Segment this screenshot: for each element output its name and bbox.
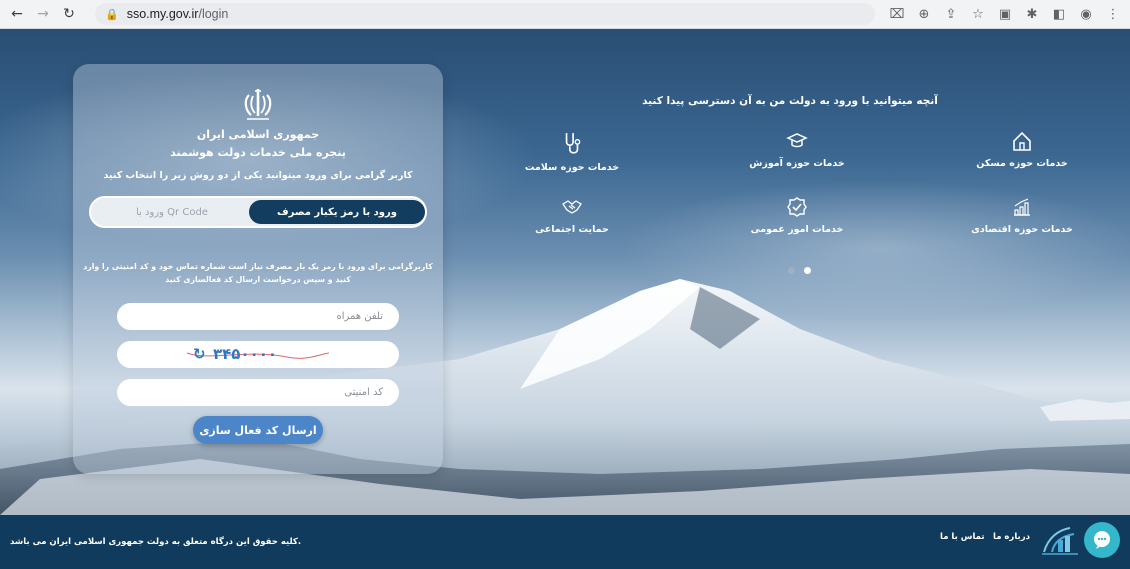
zoom-icon[interactable]: ⊕ xyxy=(915,5,933,23)
back-icon[interactable]: ← xyxy=(8,5,26,23)
send-activation-button[interactable]: ارسال کد فعال سازی xyxy=(193,416,323,444)
captcha-text: ۳۴۵۰۰۰۰ xyxy=(213,345,278,363)
service-housing[interactable]: خدمات حوزه مسکن xyxy=(952,130,1092,169)
check-badge-icon xyxy=(787,197,807,217)
reload-icon[interactable]: ↻ xyxy=(60,5,78,23)
lock-icon[interactable]: 🔒 xyxy=(105,8,119,21)
portal-name: پنجره ملی خدمات دولت هوشمند xyxy=(170,146,346,159)
menu-kebab-icon[interactable]: ⋮ xyxy=(1104,5,1122,23)
iran-emblem-icon xyxy=(244,89,272,120)
captcha-image: ↻ ۳۴۵۰۰۰۰ xyxy=(117,341,399,368)
phone-input[interactable]: تلفن همراه xyxy=(117,303,399,330)
service-label: خدمات حوزه سلامت xyxy=(524,162,620,173)
org-name: جمهوری اسلامی ایران xyxy=(196,128,320,141)
service-social-support[interactable]: حمایت اجتماعی xyxy=(502,196,642,235)
service-health[interactable]: خدمات حوزه سلامت xyxy=(502,130,642,173)
stethoscope-icon xyxy=(565,133,581,154)
service-public-affairs[interactable]: خدمات امور عمومی xyxy=(727,196,867,235)
carousel-dot[interactable] xyxy=(788,267,795,274)
login-card: جمهوری اسلامی ایران پنجره ملی خدمات دولت… xyxy=(73,64,443,474)
service-label: خدمات حوزه آموزش xyxy=(749,158,845,169)
tab-otp-login[interactable]: ورود با رمز یکبار مصرف xyxy=(249,200,425,224)
handshake-icon xyxy=(562,200,582,214)
captcha-refresh-icon[interactable]: ↻ xyxy=(193,345,206,363)
service-label: خدمات امور عمومی xyxy=(750,224,844,235)
browser-actions: ⌧ ⊕ ⇪ ☆ ▣ ✱ ◧ ◉ ⋮ xyxy=(888,4,1122,24)
login-method-tabs: ورود با رمز یکبار مصرف ورود با Qr Code xyxy=(89,196,427,228)
url-path: /login xyxy=(198,7,229,21)
footer-contact-link[interactable]: تماس با ما xyxy=(940,532,985,542)
dolat-man-logo-icon xyxy=(1042,527,1078,555)
share-icon[interactable]: ⇪ xyxy=(942,5,960,23)
chat-bubble-icon xyxy=(1094,531,1110,549)
profile-avatar[interactable]: ◉ xyxy=(1077,5,1095,23)
browser-toolbar: ← → ↻ 🔒 sso.my.gov.ir/login ⌧ ⊕ ⇪ ☆ ▣ ✱ … xyxy=(0,0,1130,29)
url-host: sso.my.gov.ir xyxy=(126,7,199,21)
puzzle-icon[interactable]: ✱ xyxy=(1023,5,1041,23)
translate-icon[interactable]: ⌧ xyxy=(888,5,906,23)
house-icon xyxy=(1013,131,1031,151)
services-heading: آنچه میتوانید با ورود به دولت من به آن د… xyxy=(642,95,938,107)
chat-button[interactable] xyxy=(1084,522,1120,558)
carousel-dots xyxy=(786,267,818,275)
side-panel-icon[interactable]: ◧ xyxy=(1050,5,1068,23)
extension-icon[interactable]: ▣ xyxy=(996,5,1014,23)
address-bar[interactable]: 🔒 sso.my.gov.ir/login xyxy=(95,3,875,25)
growth-chart-icon xyxy=(1014,198,1030,216)
security-code-input[interactable]: کد امنیتی xyxy=(117,379,399,406)
login-instructions: کاربرگرامی برای ورود با رمز یک بار مصرف … xyxy=(83,262,433,284)
service-label: خدمات حوزه مسکن xyxy=(976,158,1068,169)
carousel-dot[interactable] xyxy=(804,267,811,274)
service-economy[interactable]: خدمات حوزه اقتصادی xyxy=(952,196,1092,235)
service-education[interactable]: خدمات حوزه آموزش xyxy=(727,130,867,169)
forward-icon[interactable]: → xyxy=(34,5,52,23)
footer-copyright: کلیه حقوق این درگاه متعلق به دولت جمهوری… xyxy=(10,537,302,547)
footer-about-link[interactable]: درباره ما xyxy=(993,532,1030,542)
service-label: حمایت اجتماعی xyxy=(535,224,609,235)
service-label: خدمات حوزه اقتصادی xyxy=(971,224,1073,235)
login-prompt: کاربر گرامی برای ورود میتوانید یکی از دو… xyxy=(103,170,413,181)
graduation-cap-icon xyxy=(786,133,808,148)
footer: کلیه حقوق این درگاه متعلق به دولت جمهوری… xyxy=(0,515,1130,569)
tab-qr-login[interactable]: ورود با Qr Code xyxy=(97,200,247,224)
bookmark-star-icon[interactable]: ☆ xyxy=(969,5,987,23)
